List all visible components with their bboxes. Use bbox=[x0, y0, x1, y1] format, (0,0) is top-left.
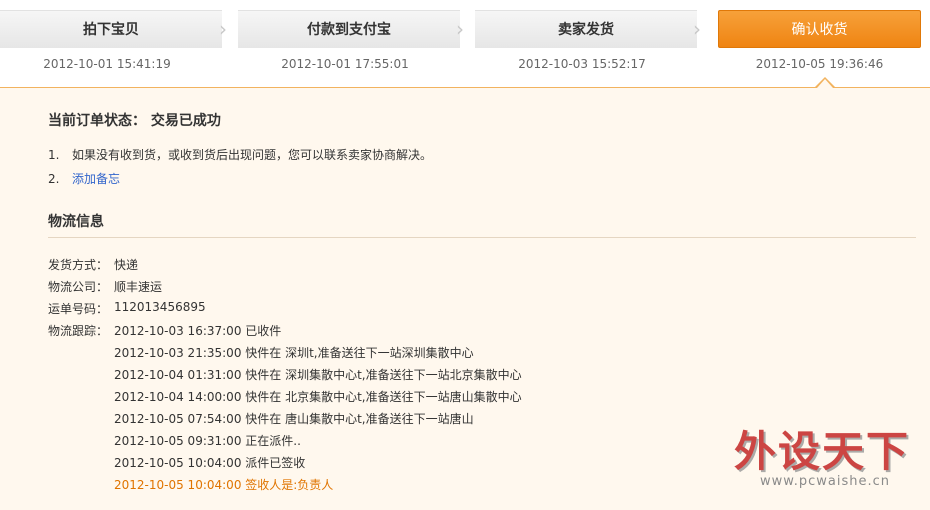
tracking-entry: 2012-10-04 14:00:00 快件在 北京集散中心t,准备送往下一站唐… bbox=[114, 390, 522, 404]
order-status: 当前订单状态： 交易已成功 bbox=[48, 110, 221, 130]
tip-number: 1. bbox=[48, 148, 60, 162]
chevron-right-icon: › bbox=[693, 17, 701, 41]
site-watermark: 外设天下 www.pcwaishe.cn bbox=[734, 418, 920, 504]
tip-text: 如果没有收到货，或收到货后出现问题，您可以联系卖家协商解决。 bbox=[72, 148, 433, 162]
chevron-right-icon: › bbox=[456, 17, 464, 41]
tracking-entry: 2012-10-05 07:54:00 快件在 唐山集散中心t,准备送往下一站唐… bbox=[114, 412, 474, 426]
tracking-entry: 2012-10-03 21:35:00 快件在 深圳t,准备送往下一站深圳集散中… bbox=[114, 346, 474, 360]
step-label: 拍下宝贝 bbox=[0, 10, 222, 48]
step-seller-ship: 卖家发货 bbox=[475, 10, 697, 48]
field-value: 快递 bbox=[114, 258, 139, 272]
field-value: 顺丰速运 bbox=[114, 280, 163, 294]
step-time: 2012-10-05 19:36:46 bbox=[755, 57, 884, 71]
tip-item: 1. 如果没有收到货，或收到货后出现问题，您可以联系卖家协商解决。 bbox=[48, 146, 432, 163]
tracking-entry: 2012-10-05 10:04:00 派件已签收 bbox=[114, 456, 306, 470]
tracking-entry: 2012-10-05 10:04:00 签收人是:负责人 bbox=[114, 478, 334, 492]
step-label: 卖家发货 bbox=[475, 10, 697, 48]
step-time: 2012-10-03 15:52:17 bbox=[518, 57, 646, 71]
order-status-value: 交易已成功 bbox=[150, 113, 221, 129]
logistics-title: 物流信息 bbox=[48, 214, 104, 230]
field-value: 112013456895 bbox=[114, 300, 206, 314]
order-status-label: 当前订单状态： bbox=[48, 113, 146, 129]
step-time: 2012-10-01 15:41:19 bbox=[43, 57, 171, 71]
step-place-order: 拍下宝贝 bbox=[0, 10, 222, 48]
tracking-label: 物流跟踪： bbox=[48, 324, 109, 338]
step-confirm-receipt: 确认收货 bbox=[718, 10, 921, 48]
chevron-right-icon: › bbox=[219, 17, 227, 41]
tracking-entry: 2012-10-03 16:37:00 已收件 bbox=[114, 324, 282, 338]
field-label: 发货方式： bbox=[48, 258, 109, 272]
step-time: 2012-10-01 17:55:01 bbox=[281, 57, 409, 71]
tip-item: 2. 添加备忘 bbox=[48, 170, 120, 187]
step-label: 确认收货 bbox=[718, 10, 921, 48]
watermark-url: www.pcwaishe.cn bbox=[760, 474, 890, 489]
tip-number: 2. bbox=[48, 172, 60, 186]
add-memo-link[interactable]: 添加备忘 bbox=[72, 172, 120, 186]
tracking-entry: 2012-10-04 01:31:00 快件在 深圳集散中心t,准备送往下一站北… bbox=[114, 368, 522, 382]
step-pay-alipay: 付款到支付宝 bbox=[238, 10, 460, 48]
field-label: 物流公司： bbox=[48, 280, 109, 294]
tracking-entry: 2012-10-05 09:31:00 正在派件.. bbox=[114, 434, 301, 448]
section-divider bbox=[48, 237, 916, 238]
order-progress-steps: 拍下宝贝 › 付款到支付宝 › 卖家发货 › 确认收货 2012-10-01 1… bbox=[0, 0, 930, 88]
step-label: 付款到支付宝 bbox=[238, 10, 460, 48]
field-label: 运单号码： bbox=[48, 302, 109, 316]
pointer-fill bbox=[817, 79, 833, 88]
watermark-logo-text: 外设天下 bbox=[734, 427, 911, 476]
